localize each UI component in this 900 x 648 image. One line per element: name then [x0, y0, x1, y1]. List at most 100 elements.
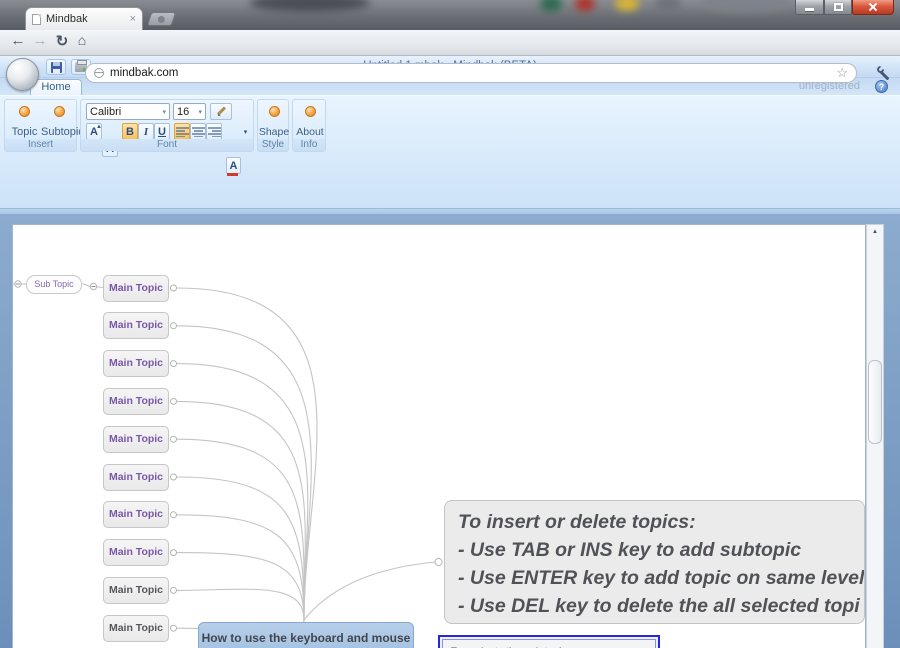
node-handle-icon[interactable]	[171, 436, 177, 442]
ribbon-group-font: Calibri ▾ 16 ▾ A A B I U	[80, 99, 254, 152]
topic-button[interactable]: Topic	[7, 106, 42, 138]
background-blur-blob	[540, 0, 562, 12]
main-topic-node[interactable]: Main Topic	[103, 615, 169, 642]
maximize-button[interactable]	[824, 0, 852, 15]
address-bar[interactable]: mindbak.com ☆	[85, 63, 857, 83]
font-size-select[interactable]: 16 ▾	[173, 103, 206, 120]
minimize-button[interactable]	[795, 0, 824, 15]
scroll-up-arrow[interactable]	[867, 226, 883, 238]
font-size-value: 16	[177, 106, 198, 118]
pen-icon	[215, 106, 227, 118]
background-blur-blob	[575, 0, 595, 11]
about-button[interactable]: About	[293, 106, 327, 138]
format-painter-button[interactable]	[210, 103, 232, 120]
page-icon	[32, 14, 41, 25]
main-topic-node[interactable]: Main Topic	[103, 312, 169, 339]
new-tab-icon	[158, 16, 165, 23]
reload-button[interactable]: ↻	[52, 32, 72, 50]
connector-line	[177, 477, 304, 620]
node-handle-icon[interactable]	[171, 550, 177, 556]
background-blur-blob	[615, 0, 639, 11]
vertical-scroll-thumb[interactable]	[868, 360, 882, 444]
chevron-down-icon: ▾	[198, 108, 202, 116]
sub-topic-node[interactable]: Sub Topic	[26, 275, 82, 294]
screen: Mindbak × ← → ↻ ⌂ mindbak.com ☆ ▾ Untitl…	[0, 0, 900, 648]
bookmark-star-icon[interactable]: ☆	[836, 65, 848, 81]
main-topic-node[interactable]: Main Topic	[103, 539, 169, 566]
new-tab-button[interactable]	[147, 12, 177, 26]
main-topic-node[interactable]: Main Topic	[103, 388, 169, 415]
connector-line	[177, 439, 304, 620]
node-handle-icon[interactable]	[171, 323, 177, 329]
back-button[interactable]: ←	[8, 32, 28, 49]
tab-home[interactable]: Home	[30, 79, 82, 95]
central-topic-line1: How to use the keyboard and mouse	[199, 630, 413, 646]
node-handle-icon[interactable]	[171, 361, 177, 367]
ribbon: Topic Subtopic Insert Calibri ▾ 16 ▾	[0, 95, 900, 208]
node-handle-icon[interactable]	[435, 558, 442, 565]
home-button[interactable]: ⌂	[72, 32, 92, 48]
font-family-select[interactable]: Calibri ▾	[86, 103, 170, 120]
maximize-icon	[834, 3, 843, 11]
main-topic-node[interactable]: Main Topic	[103, 464, 169, 491]
main-topic-node[interactable]: Main Topic	[103, 577, 169, 604]
vertical-scrollbar[interactable]	[866, 224, 884, 648]
insert-instructions-line: - Use ENTER key to add topic on same lev…	[458, 564, 864, 592]
node-handle-icon[interactable]	[171, 474, 177, 480]
align-center-button[interactable]	[190, 123, 206, 140]
window-controls	[795, 0, 894, 15]
align-right-button[interactable]	[206, 123, 222, 140]
wrench-bar	[880, 71, 890, 81]
tab-title: Mindbak	[46, 13, 125, 25]
main-topic-node[interactable]: Main Topic	[103, 350, 169, 377]
about-icon	[305, 106, 316, 117]
ribbon-group-info: About Info	[292, 99, 326, 152]
align-right-icon	[208, 127, 221, 137]
main-topic-node[interactable]: Main Topic	[103, 501, 169, 528]
browser-toolbar: ← → ↻ ⌂ mindbak.com ☆	[0, 30, 900, 56]
font-color-caret[interactable]	[241, 123, 250, 140]
close-button[interactable]	[852, 0, 894, 15]
main-topic-node[interactable]: Main Topic	[103, 275, 169, 302]
background-blur-blob	[700, 0, 790, 12]
navigate-instructions-node-selected[interactable]: To navigate through topics: - Use the ar…	[438, 635, 660, 648]
minimize-icon	[805, 8, 814, 11]
app-menu-orb-button[interactable]	[6, 58, 39, 91]
align-left-icon	[176, 127, 189, 137]
insert-instructions-node[interactable]: To insert or delete topics: - Use TAB or…	[444, 500, 865, 624]
grow-font-button[interactable]: A	[86, 123, 102, 140]
tab-close-icon[interactable]: ×	[130, 14, 136, 24]
underline-button[interactable]: U	[154, 123, 170, 140]
insert-instructions-line: To insert or delete topics:	[458, 508, 864, 536]
node-handle-icon[interactable]	[171, 512, 177, 518]
node-handle-icon[interactable]	[171, 285, 177, 291]
subtopic-button[interactable]: Subtopic	[41, 106, 77, 138]
central-topic-node[interactable]: How to use the keyboard and mouse for ea…	[198, 622, 414, 648]
subtopic-button-label: Subtopic	[41, 126, 77, 138]
browser-tab[interactable]: Mindbak ×	[25, 7, 143, 30]
mindmap-canvas[interactable]: Sub Topic How to use the keyboard and mo…	[12, 224, 866, 648]
font-family-value: Calibri	[90, 106, 162, 118]
forward-button[interactable]: →	[30, 32, 50, 49]
font-group-label: Font	[81, 139, 253, 151]
node-handle-icon[interactable]	[171, 398, 177, 404]
align-left-button[interactable]	[174, 123, 190, 140]
url-text[interactable]: mindbak.com	[110, 67, 830, 79]
page-frame: Sub Topic How to use the keyboard and mo…	[0, 214, 900, 648]
italic-button[interactable]: I	[138, 123, 154, 140]
connector-line	[304, 562, 435, 620]
main-topic-node[interactable]: Main Topic	[103, 426, 169, 453]
shape-icon	[269, 106, 280, 117]
connector-line	[177, 589, 304, 620]
node-handle-icon[interactable]	[171, 625, 177, 631]
node-handle-icon[interactable]	[171, 587, 177, 593]
subtopic-icon	[54, 106, 65, 117]
globe-icon	[94, 68, 104, 78]
bold-button[interactable]: B	[122, 123, 138, 140]
align-center-icon	[192, 127, 205, 137]
font-color-button[interactable]: A	[226, 157, 241, 174]
settings-wrench-icon[interactable]	[876, 66, 892, 82]
ribbon-group-style: Shape ▾ Style	[257, 99, 289, 152]
shape-button-label: Shape	[258, 126, 290, 138]
topic-button-label: Topic	[7, 126, 42, 138]
